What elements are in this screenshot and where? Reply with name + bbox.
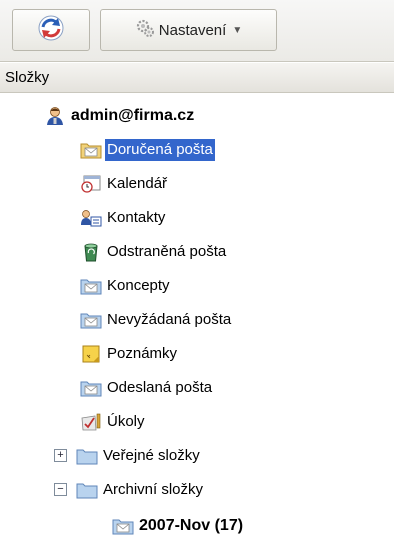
- contacts-label: Kontakty: [107, 209, 166, 226]
- archive-folders-label: Archivní složky: [103, 481, 204, 498]
- mail-folder-icon: [112, 516, 134, 536]
- inbox-label: Doručená pošta: [105, 139, 215, 161]
- settings-label: Nastavení: [158, 21, 227, 39]
- tasks-icon: [80, 412, 102, 432]
- settings-button[interactable]: Nastavení ▼: [100, 9, 277, 51]
- user-icon: [44, 106, 66, 126]
- account-label: admin@firma.cz: [71, 107, 195, 124]
- tree-node-inbox[interactable]: Doručená pošta: [80, 136, 215, 164]
- junk-folder-icon: [80, 310, 102, 330]
- tree-node-drafts[interactable]: Koncepty: [80, 272, 172, 300]
- recycle-bin-icon: [80, 242, 102, 262]
- calendar-label: Kalendář: [107, 175, 168, 192]
- tree-node-contacts[interactable]: Kontakty: [80, 204, 167, 232]
- chevron-down-icon: ▼: [232, 24, 243, 36]
- sent-folder-icon: [80, 378, 102, 398]
- drafts-folder-icon: [80, 276, 102, 296]
- notes-icon: [80, 344, 102, 364]
- tree-node-tasks[interactable]: Úkoly: [80, 408, 147, 436]
- inbox-folder-icon: [80, 140, 102, 160]
- collapse-toggle-archive[interactable]: −: [54, 483, 67, 496]
- tree-node-deleted[interactable]: Odstraněná pošta: [80, 238, 228, 266]
- tree-node-sent[interactable]: Odeslaná pošta: [80, 374, 214, 402]
- deleted-label: Odstraněná pošta: [107, 243, 227, 260]
- expand-toggle-public[interactable]: +: [54, 449, 67, 462]
- refresh-button[interactable]: [12, 9, 90, 51]
- tree-node-public-folders[interactable]: Veřejné složky: [76, 442, 202, 470]
- notes-label: Poznámky: [107, 345, 178, 362]
- tree-node-junk[interactable]: Nevyžádaná pošta: [80, 306, 233, 334]
- tree-node-account[interactable]: admin@firma.cz: [44, 102, 196, 130]
- junk-label: Nevyžádaná pošta: [107, 311, 232, 328]
- sent-label: Odeslaná pošta: [107, 379, 213, 396]
- refresh-icon: [37, 14, 65, 46]
- gear-icon: [135, 18, 155, 42]
- archive-2007-nov-label: 2007-Nov (17): [139, 517, 244, 534]
- tree-node-calendar[interactable]: Kalendář: [80, 170, 169, 198]
- public-folders-label: Veřejné složky: [103, 447, 200, 464]
- folders-panel-header: Složky: [0, 63, 394, 93]
- folder-icon: [76, 446, 98, 466]
- tree-node-archive-folders[interactable]: Archivní složky: [76, 476, 205, 504]
- tree-node-notes[interactable]: Poznámky: [80, 340, 179, 368]
- folder-icon: [76, 480, 98, 500]
- tasks-label: Úkoly: [107, 413, 145, 430]
- contacts-icon: [80, 208, 102, 228]
- calendar-icon: [80, 174, 102, 194]
- tree-node-archive-2007-nov[interactable]: 2007-Nov (17): [112, 512, 245, 540]
- drafts-label: Koncepty: [107, 277, 170, 294]
- toolbar: Nastavení ▼: [0, 0, 394, 62]
